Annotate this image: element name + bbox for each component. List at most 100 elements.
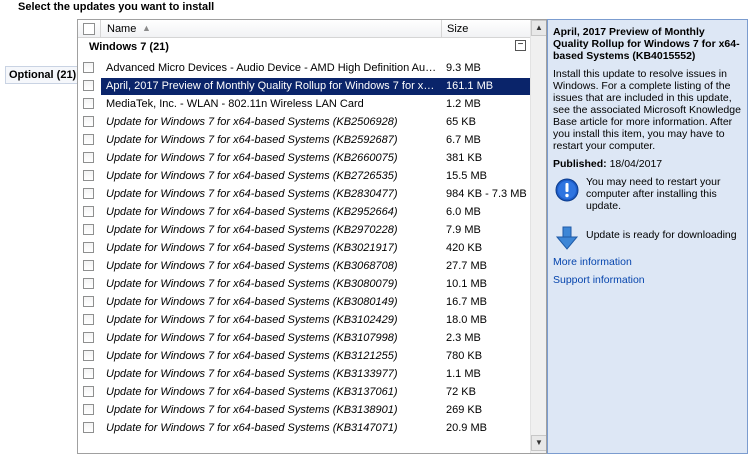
- details-title: April, 2017 Preview of Monthly Quality R…: [553, 26, 740, 62]
- update-checkbox[interactable]: [83, 116, 94, 127]
- update-checkbox[interactable]: [83, 296, 94, 307]
- update-row[interactable]: MediaTek, Inc. - WLAN - 802.11n Wireless…: [78, 96, 530, 114]
- update-row[interactable]: Update for Windows 7 for x64-based Syste…: [78, 402, 530, 420]
- update-name: Update for Windows 7 for x64-based Syste…: [106, 350, 398, 362]
- update-row[interactable]: Update for Windows 7 for x64-based Syste…: [78, 312, 530, 330]
- scroll-down-icon[interactable]: ▼: [531, 435, 546, 451]
- more-information-link[interactable]: More information: [553, 256, 742, 268]
- update-checkbox[interactable]: [83, 260, 94, 271]
- update-checkbox[interactable]: [83, 188, 94, 199]
- page-title: Select the updates you want to install: [18, 1, 215, 13]
- update-checkbox[interactable]: [83, 350, 94, 361]
- update-size: 420 KB: [446, 242, 483, 254]
- update-size: 65 KB: [446, 116, 476, 128]
- update-name: Advanced Micro Devices - Audio Device - …: [106, 62, 438, 74]
- update-row[interactable]: Update for Windows 7 for x64-based Syste…: [78, 204, 530, 222]
- update-size: 6.7 MB: [446, 134, 481, 146]
- update-row[interactable]: Update for Windows 7 for x64-based Syste…: [78, 222, 530, 240]
- update-row[interactable]: Advanced Micro Devices - Audio Device - …: [78, 60, 530, 78]
- update-size: 9.3 MB: [446, 62, 481, 74]
- tab-optional[interactable]: Optional (21): [5, 66, 77, 84]
- update-size: 161.1 MB: [446, 80, 494, 92]
- update-row[interactable]: Update for Windows 7 for x64-based Syste…: [78, 276, 530, 294]
- update-checkbox[interactable]: [83, 152, 94, 163]
- update-row[interactable]: Update for Windows 7 for x64-based Syste…: [78, 186, 530, 204]
- details-panel: April, 2017 Preview of Monthly Quality R…: [547, 19, 748, 454]
- update-row[interactable]: Update for Windows 7 for x64-based Syste…: [78, 366, 530, 384]
- column-separator[interactable]: [441, 20, 442, 38]
- update-name: Update for Windows 7 for x64-based Syste…: [106, 368, 398, 380]
- update-size: 20.9 MB: [446, 422, 487, 434]
- update-row[interactable]: Update for Windows 7 for x64-based Syste…: [78, 114, 530, 132]
- sort-ascending-icon: ▲: [142, 23, 151, 33]
- vertical-scrollbar[interactable]: ▲ ▼: [530, 20, 546, 453]
- column-header-name[interactable]: Name: [107, 23, 136, 35]
- column-header-size[interactable]: Size: [447, 23, 468, 35]
- update-row[interactable]: Update for Windows 7 for x64-based Syste…: [78, 168, 530, 186]
- update-size: 1.2 MB: [446, 98, 481, 110]
- update-name: Update for Windows 7 for x64-based Syste…: [106, 188, 398, 200]
- update-checkbox[interactable]: [83, 314, 94, 325]
- update-name: Update for Windows 7 for x64-based Syste…: [106, 404, 398, 416]
- update-size: 381 KB: [446, 152, 483, 164]
- update-size: 2.3 MB: [446, 332, 481, 344]
- update-row[interactable]: Update for Windows 7 for x64-based Syste…: [78, 132, 530, 150]
- update-checkbox[interactable]: [83, 278, 94, 289]
- update-row[interactable]: Update for Windows 7 for x64-based Syste…: [78, 330, 530, 348]
- update-row[interactable]: Update for Windows 7 for x64-based Syste…: [78, 420, 530, 438]
- group-label: Windows 7 (21): [89, 41, 169, 53]
- update-row[interactable]: Update for Windows 7 for x64-based Syste…: [78, 240, 530, 258]
- update-row[interactable]: Update for Windows 7 for x64-based Syste…: [78, 150, 530, 168]
- update-name: Update for Windows 7 for x64-based Syste…: [106, 422, 398, 434]
- update-checkbox[interactable]: [83, 368, 94, 379]
- info-icon: [555, 178, 579, 205]
- restart-notice-text: You may need to restart your computer af…: [586, 176, 721, 212]
- update-row[interactable]: Update for Windows 7 for x64-based Syste…: [78, 294, 530, 312]
- update-name: Update for Windows 7 for x64-based Syste…: [106, 242, 398, 254]
- update-name: Update for Windows 7 for x64-based Syste…: [106, 116, 398, 128]
- update-name: Update for Windows 7 for x64-based Syste…: [106, 206, 398, 218]
- published-label: Published:: [553, 158, 607, 170]
- update-checkbox[interactable]: [83, 422, 94, 433]
- published-date: 18/04/2017: [609, 158, 663, 170]
- update-checkbox[interactable]: [83, 80, 94, 91]
- scroll-up-icon[interactable]: ▲: [531, 20, 546, 36]
- details-description: Install this update to resolve issues in…: [553, 68, 741, 152]
- update-checkbox[interactable]: [83, 332, 94, 343]
- update-name: Update for Windows 7 for x64-based Syste…: [106, 296, 398, 308]
- update-checkbox[interactable]: [83, 404, 94, 415]
- select-all-checkbox[interactable]: [83, 23, 95, 35]
- update-row[interactable]: Update for Windows 7 for x64-based Syste…: [78, 348, 530, 366]
- update-row[interactable]: Update for Windows 7 for x64-based Syste…: [78, 384, 530, 402]
- update-checkbox[interactable]: [83, 134, 94, 145]
- column-separator[interactable]: [100, 20, 101, 38]
- update-checkbox[interactable]: [83, 98, 94, 109]
- update-checkbox[interactable]: [83, 170, 94, 181]
- update-size: 18.0 MB: [446, 314, 487, 326]
- group-header[interactable]: Windows 7 (21) −: [78, 39, 530, 57]
- update-size: 269 KB: [446, 404, 483, 416]
- update-checkbox[interactable]: [83, 224, 94, 235]
- update-size: 16.7 MB: [446, 296, 487, 308]
- update-checkbox[interactable]: [83, 206, 94, 217]
- update-name: Update for Windows 7 for x64-based Syste…: [106, 152, 398, 164]
- collapse-icon[interactable]: −: [515, 40, 526, 51]
- update-row[interactable]: Update for Windows 7 for x64-based Syste…: [78, 258, 530, 276]
- support-information-link[interactable]: Support information: [553, 274, 742, 286]
- update-checkbox[interactable]: [83, 386, 94, 397]
- ready-status: Update is ready for downloading: [553, 224, 742, 252]
- update-name: Update for Windows 7 for x64-based Syste…: [106, 224, 398, 236]
- ready-status-text: Update is ready for downloading: [586, 229, 737, 241]
- update-checkbox[interactable]: [83, 242, 94, 253]
- update-size: 780 KB: [446, 350, 483, 362]
- update-row[interactable]: April, 2017 Preview of Monthly Quality R…: [78, 78, 530, 96]
- restart-notice: You may need to restart your computer af…: [553, 176, 742, 216]
- update-name: Update for Windows 7 for x64-based Syste…: [106, 170, 398, 182]
- details-published: Published: 18/04/2017: [553, 158, 742, 170]
- update-checkbox[interactable]: [83, 62, 94, 73]
- update-name: MediaTek, Inc. - WLAN - 802.11n Wireless…: [106, 98, 364, 110]
- update-size: 27.7 MB: [446, 260, 487, 272]
- updates-list-panel: Name ▲ Size Windows 7 (21) − Advanced Mi…: [77, 19, 547, 454]
- update-name: Update for Windows 7 for x64-based Syste…: [106, 332, 398, 344]
- update-name: Update for Windows 7 for x64-based Syste…: [106, 134, 398, 146]
